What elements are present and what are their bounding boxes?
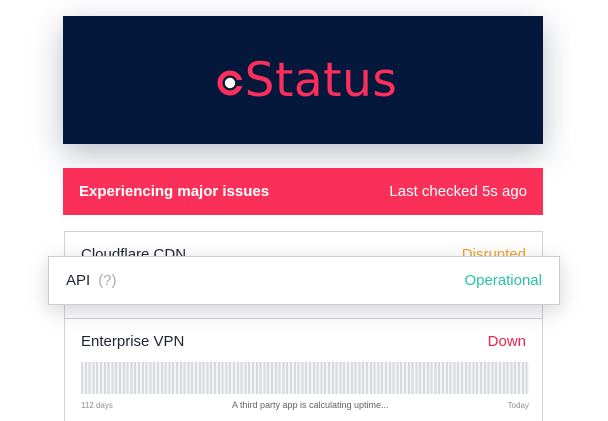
brand-logo[interactable]: Status bbox=[217, 57, 398, 104]
status-banner: Experiencing major issues Last checked 5… bbox=[63, 168, 543, 215]
service-name: API bbox=[66, 272, 91, 289]
row-divider bbox=[65, 318, 542, 319]
uptime-footer: 112 days A third party app is calculatin… bbox=[81, 400, 529, 410]
uptime-bar[interactable] bbox=[81, 362, 529, 394]
uptime-start-label: 112 days bbox=[81, 400, 113, 410]
status-ring-icon bbox=[217, 70, 243, 96]
service-row-api[interactable]: API (?) Operational bbox=[48, 256, 560, 305]
service-status: Operational bbox=[464, 272, 542, 289]
brand-name: Status bbox=[244, 52, 398, 108]
uptime-message: A third party app is calculating uptime.… bbox=[231, 400, 389, 410]
service-status: Down bbox=[487, 333, 526, 350]
banner-title: Experiencing major issues bbox=[79, 183, 270, 200]
api-label: API (?) bbox=[66, 272, 117, 289]
uptime-end-label: Today bbox=[507, 400, 529, 410]
header-hero: Status bbox=[63, 16, 543, 144]
last-checked-text: Last checked 5s ago bbox=[389, 183, 527, 200]
service-row-vpn: Enterprise VPN Down bbox=[81, 333, 526, 350]
help-tooltip-trigger[interactable]: (?) bbox=[98, 272, 116, 289]
service-name: Enterprise VPN bbox=[81, 333, 185, 350]
